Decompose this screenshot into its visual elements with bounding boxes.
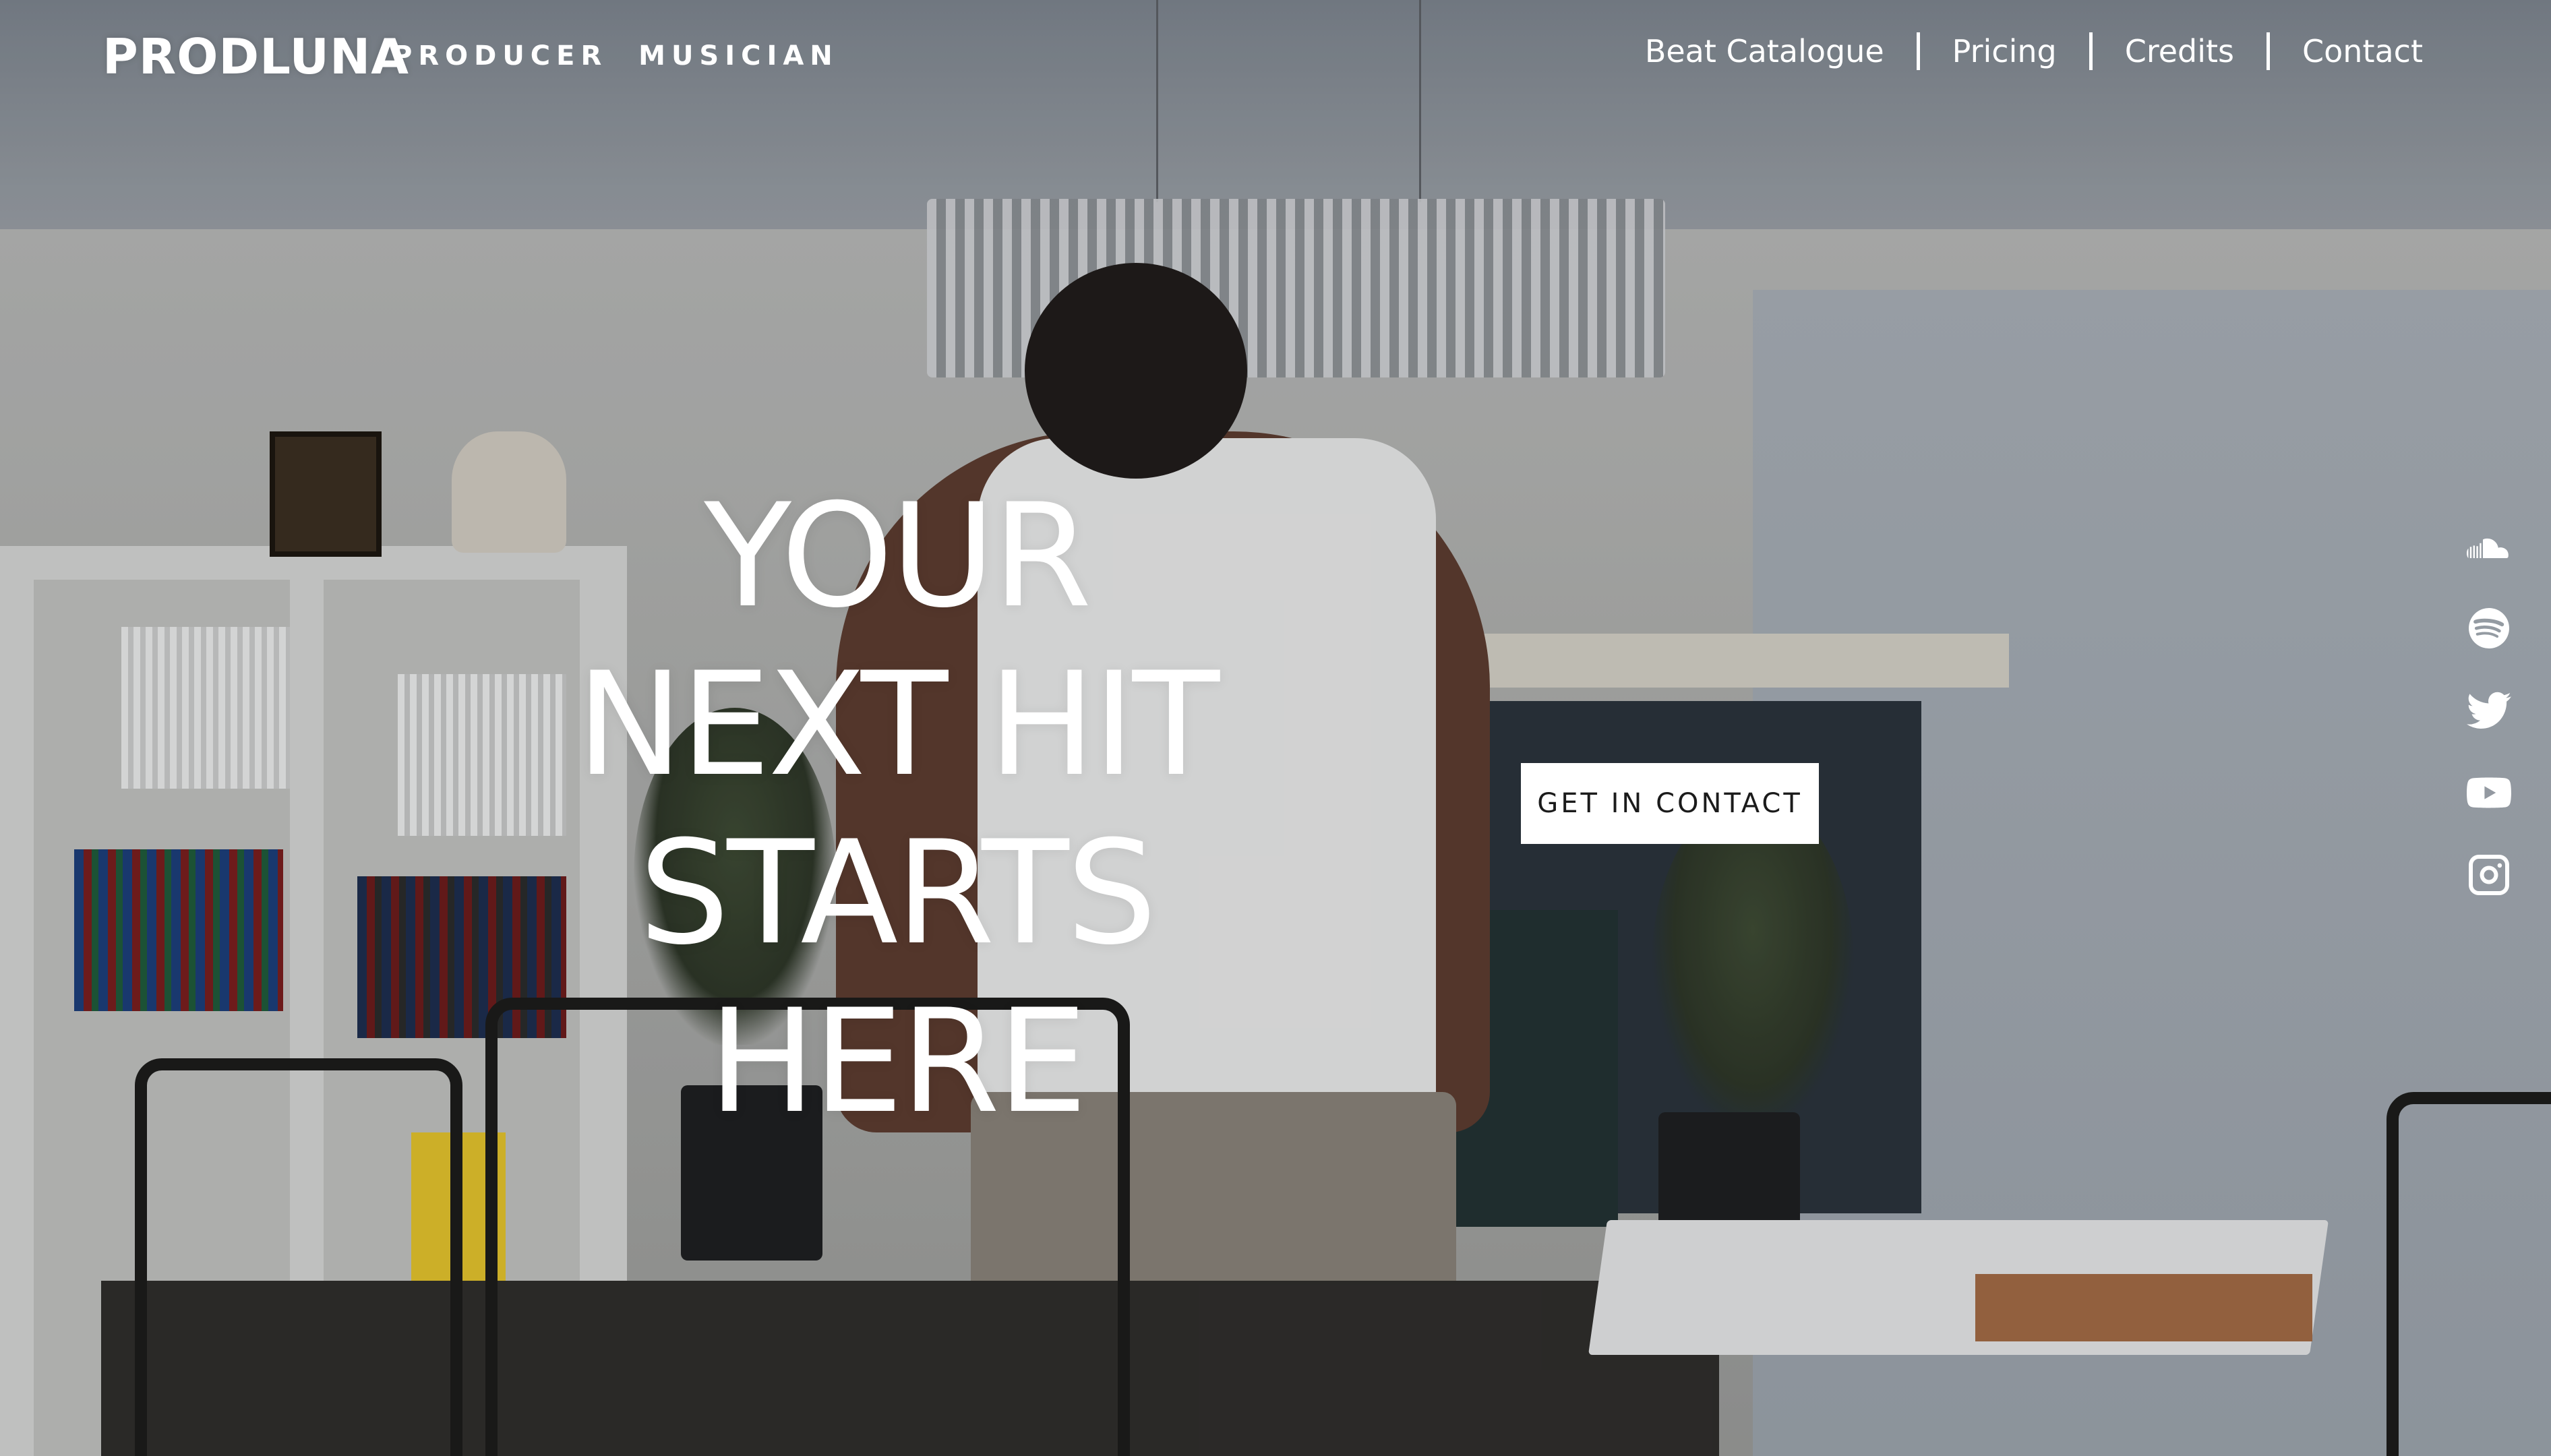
hero-background-photo	[0, 0, 2551, 1456]
nav-credits[interactable]: Credits	[2093, 33, 2267, 69]
hero-headline: YOUR NEXT HIT STARTS HERE	[560, 472, 1234, 1146]
nav-beat-catalogue[interactable]: Beat Catalogue	[1613, 33, 1917, 69]
hero-headline-line: YOUR	[704, 473, 1091, 639]
nav-pricing[interactable]: Pricing	[1920, 33, 2089, 69]
hero-headline-line: NEXT HIT	[576, 641, 1220, 808]
hero-headline-line: HERE	[708, 978, 1088, 1145]
top-navigation-bar: PRODLUNA PRODUCER MUSICIAN Beat Catalogu…	[0, 0, 2551, 115]
twitter-icon[interactable]	[2462, 684, 2516, 737]
instagram-icon[interactable]	[2462, 848, 2516, 902]
hero-headline-line: STARTS	[638, 810, 1158, 976]
brand-logo[interactable]: PRODLUNA	[102, 28, 409, 85]
main-nav: Beat Catalogue Pricing Credits Contact	[1613, 32, 2423, 70]
youtube-icon[interactable]	[2462, 766, 2516, 820]
nav-contact[interactable]: Contact	[2270, 33, 2423, 69]
photo-scrim	[0, 0, 2551, 1456]
soundcloud-icon[interactable]	[2462, 519, 2516, 573]
spotify-icon[interactable]	[2462, 601, 2516, 655]
brand-tagline: PRODUCER MUSICIAN	[392, 40, 839, 71]
get-in-contact-button[interactable]: GET IN CONTACT	[1521, 763, 1819, 844]
